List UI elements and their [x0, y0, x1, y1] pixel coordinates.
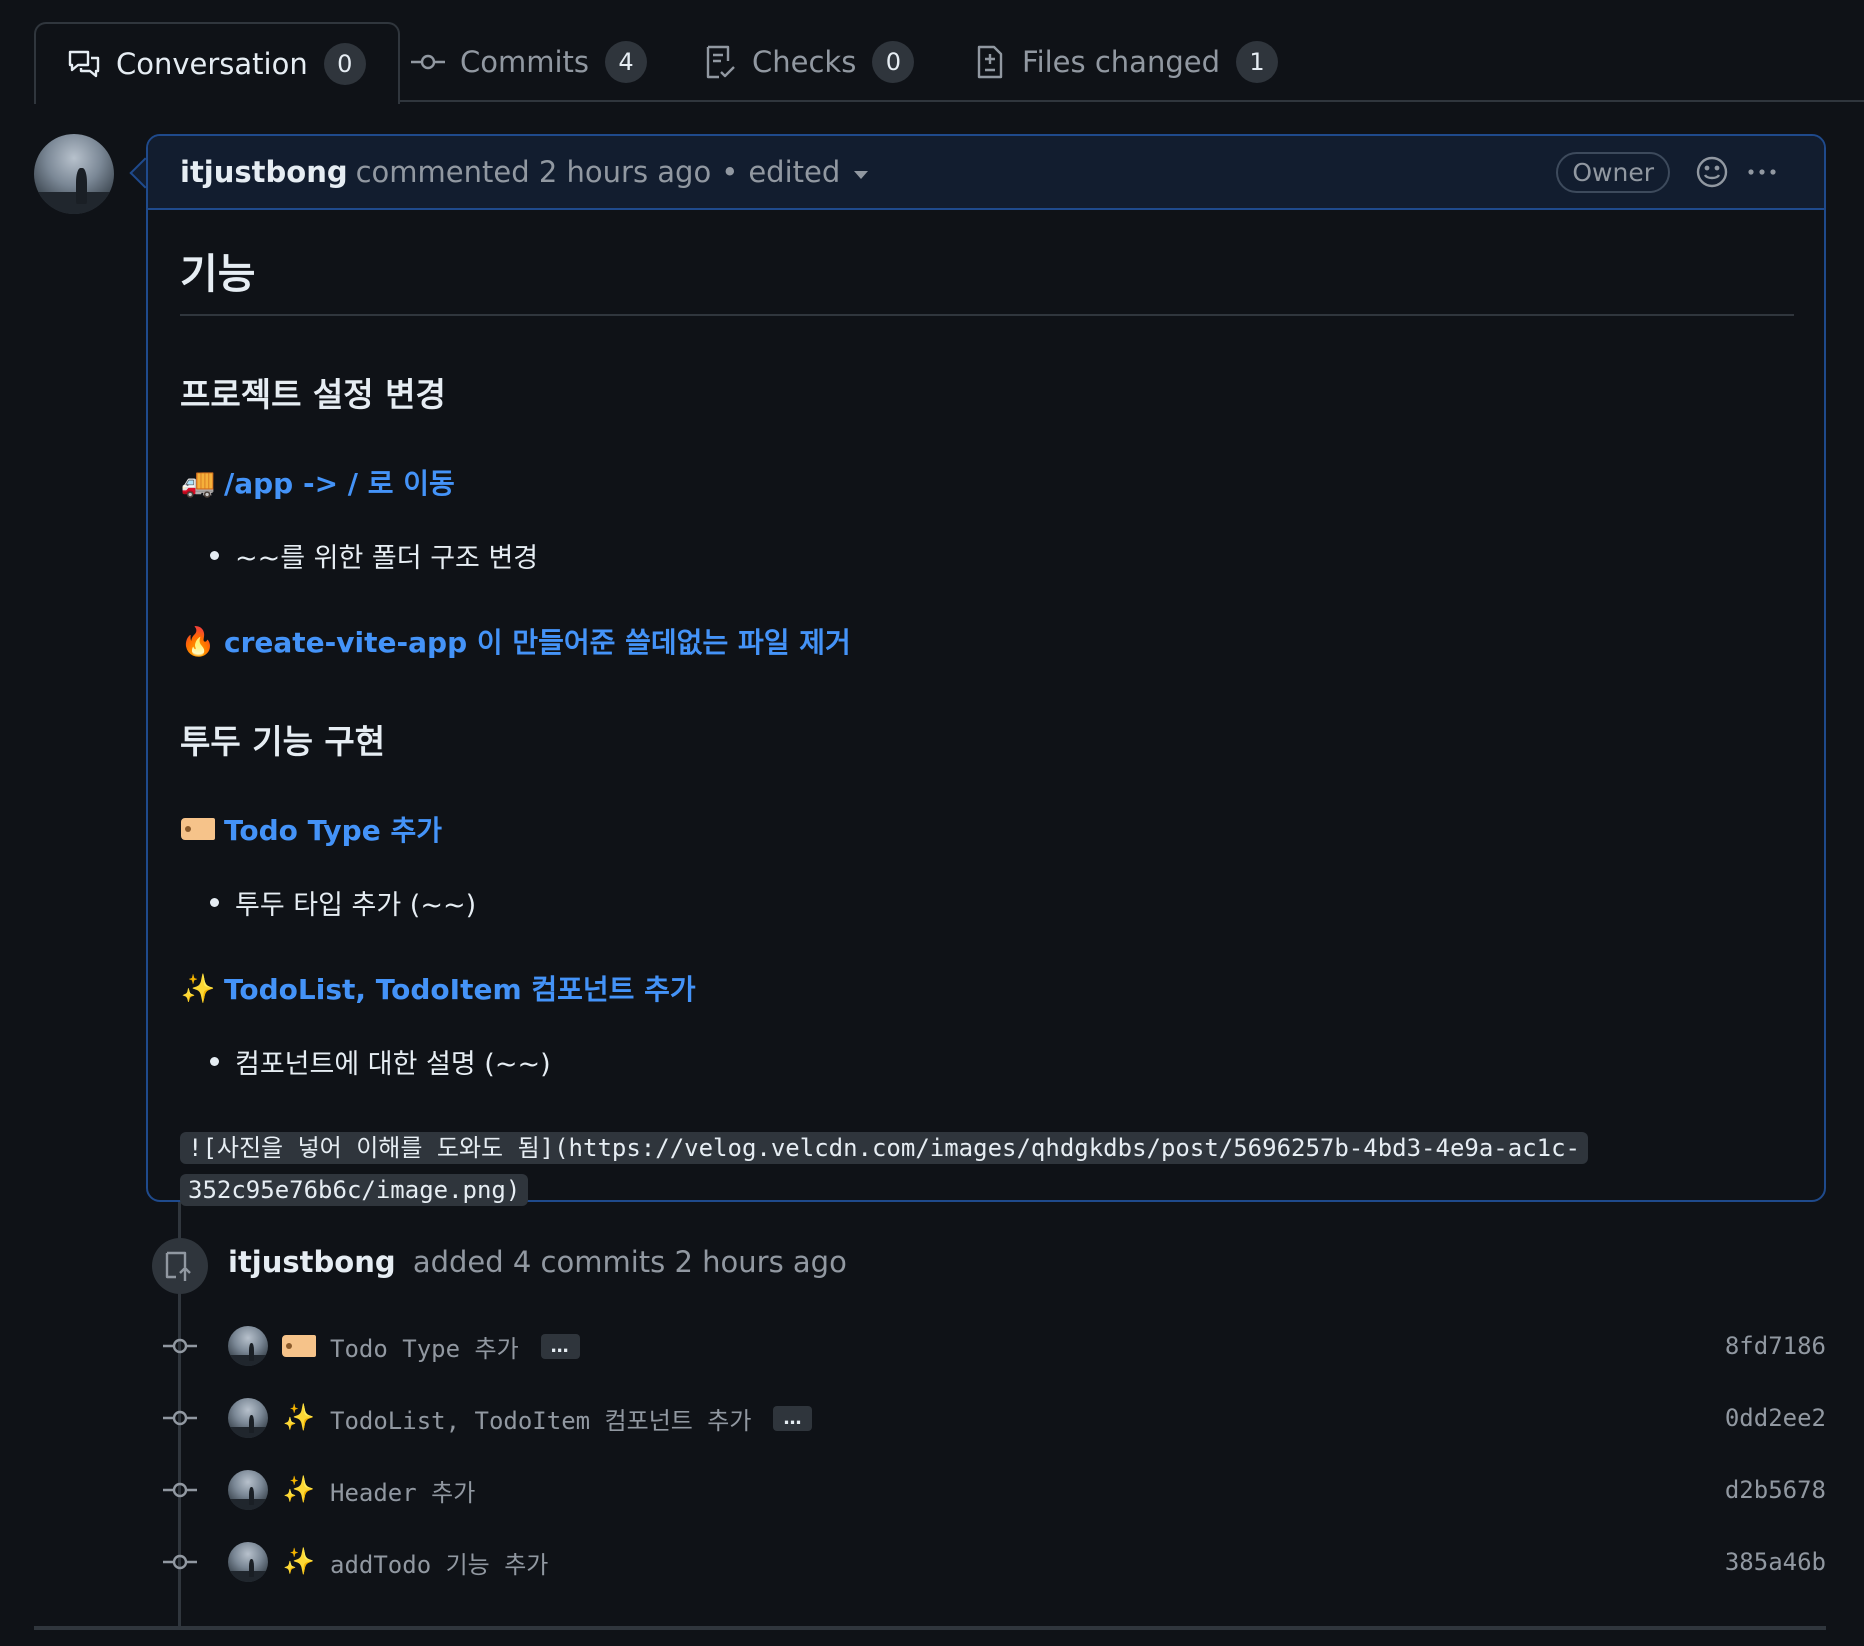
checklist-icon [702, 44, 738, 80]
tab-commits-count: 4 [605, 41, 648, 83]
kebab-horizontal-icon[interactable] [1744, 154, 1780, 190]
comment-body: 기능 프로젝트 설정 변경 🚚 /app -> / 로 이동 ~~를 위한 폴더… [148, 210, 1824, 1211]
avatar[interactable] [34, 134, 114, 214]
push-author[interactable]: itjustbong [228, 1245, 396, 1279]
item-move-app-link[interactable]: /app -> / 로 이동 [224, 462, 455, 502]
sparkles-icon: ✨ [282, 1403, 316, 1433]
item-todolist-component-link[interactable]: TodoList, TodoItem 컴포넌트 추가 [224, 968, 696, 1008]
tab-files-changed-label: Files changed [1022, 45, 1220, 79]
git-commit-icon [160, 1480, 200, 1500]
expand-commit-button[interactable]: … [540, 1333, 580, 1359]
git-commit-icon [160, 1408, 200, 1428]
git-commit-icon [160, 1552, 200, 1572]
body-heading: 기능 [180, 210, 1794, 316]
commit-row: ✨ addTodo 기능 추가 385a46b [160, 1540, 1826, 1584]
tab-conversation-label: Conversation [116, 47, 308, 81]
list-item: ~~를 위한 폴더 구조 변경 [210, 536, 1794, 575]
comment-actions: Owner [1556, 151, 1794, 193]
git-commit-icon [160, 1336, 200, 1356]
tab-files-changed[interactable]: Files changed 1 [972, 22, 1278, 102]
expand-commit-button[interactable]: … [773, 1405, 813, 1431]
comment-box: itjustbong commented 2 hours ago • edite… [146, 134, 1826, 1206]
tab-files-changed-count: 1 [1236, 41, 1278, 83]
chevron-down-icon [854, 171, 869, 179]
item-todolist-component: ✨ TodoList, TodoItem 컴포넌트 추가 [180, 968, 1794, 1008]
avatar[interactable] [228, 1470, 268, 1510]
sparkles-icon: ✨ [180, 971, 216, 1005]
push-event-text: added 4 commits 2 hours ago [412, 1245, 847, 1279]
smiley-icon[interactable] [1694, 154, 1730, 190]
commit-row: ✨ Header 추가 d2b5678 [160, 1468, 1826, 1512]
item-todo-type-link[interactable]: Todo Type 추가 [224, 809, 442, 849]
push-event: itjustbong added 4 commits 2 hours ago [228, 1245, 847, 1279]
owner-badge: Owner [1556, 151, 1670, 193]
pr-tabs: Conversation 0 Commits 4 Checks 0 Files … [34, 22, 1864, 104]
comment-author[interactable]: itjustbong [180, 155, 348, 189]
section-title-project-settings: 프로젝트 설정 변경 [180, 375, 446, 414]
inline-code: ![사진을 넣어 이해를 도와도 됨](https://velog.velcdn… [180, 1127, 1794, 1211]
commit-sha[interactable]: 8fd7186 [1725, 1332, 1826, 1360]
comment-header: itjustbong commented 2 hours ago • edite… [148, 136, 1824, 210]
edited-label: edited [748, 155, 841, 189]
tab-checks[interactable]: Checks 0 [702, 22, 915, 102]
comment-discussion-icon [66, 46, 102, 82]
commit-message[interactable]: addTodo 기능 추가 [330, 1545, 548, 1580]
pull-request-page: Conversation 0 Commits 4 Checks 0 Files … [0, 0, 1864, 1646]
truck-icon: 🚚 [180, 465, 216, 499]
item-todo-type: Todo Type 추가 [180, 809, 1794, 849]
edited-dropdown[interactable]: edited [748, 155, 869, 189]
git-commit-icon [410, 44, 446, 80]
repo-push-icon [152, 1238, 208, 1294]
divider [34, 1626, 1826, 1630]
commit-row: Todo Type 추가 … 8fd7186 [160, 1324, 1826, 1368]
fire-icon: 🔥 [180, 624, 216, 658]
tab-commits-label: Commits [460, 45, 590, 79]
item-remove-files: 🔥 create-vite-app 이 만들어준 쓸데없는 파일 제거 [180, 621, 1794, 661]
tab-conversation-count: 0 [323, 43, 366, 85]
commit-message[interactable]: Todo Type 추가 [330, 1329, 519, 1364]
meta-separator: • [721, 155, 739, 189]
commit-sha[interactable]: 385a46b [1725, 1548, 1826, 1576]
comment-meta[interactable]: commented 2 hours ago [356, 155, 712, 189]
tab-conversation[interactable]: Conversation 0 [34, 22, 400, 104]
tab-checks-count: 0 [872, 41, 915, 83]
tab-commits[interactable]: Commits 4 [410, 22, 648, 102]
commit-message[interactable]: TodoList, TodoItem 컴포넌트 추가 [330, 1401, 751, 1436]
item-remove-files-link[interactable]: create-vite-app 이 만들어준 쓸데없는 파일 제거 [224, 621, 851, 661]
list-item: 컴포넌트에 대한 설명 (~~) [210, 1042, 1794, 1081]
tab-checks-label: Checks [752, 45, 857, 79]
section-title-todo: 투두 기능 구현 [180, 722, 386, 761]
commit-message[interactable]: Header 추가 [330, 1473, 475, 1508]
commit-sha[interactable]: 0dd2ee2 [1725, 1404, 1826, 1432]
code-line-1: ![사진을 넣어 이해를 도와도 됨](https://velog.velcdn… [180, 1132, 1588, 1164]
sparkles-icon: ✨ [282, 1547, 316, 1577]
list-item: 투두 타입 추가 (~~) [210, 883, 1794, 922]
file-diff-icon [972, 44, 1008, 80]
avatar[interactable] [228, 1542, 268, 1582]
label-tag-icon [180, 813, 216, 845]
code-line-2: 352c95e76b6c/image.png) [180, 1174, 529, 1206]
item-move-app: 🚚 /app -> / 로 이동 [180, 462, 1794, 502]
commit-row: ✨ TodoList, TodoItem 컴포넌트 추가 … 0dd2ee2 [160, 1396, 1826, 1440]
avatar[interactable] [228, 1398, 268, 1438]
sparkles-icon: ✨ [282, 1475, 316, 1505]
avatar[interactable] [228, 1326, 268, 1366]
commit-sha[interactable]: d2b5678 [1725, 1476, 1826, 1504]
label-tag-icon [280, 1335, 318, 1357]
